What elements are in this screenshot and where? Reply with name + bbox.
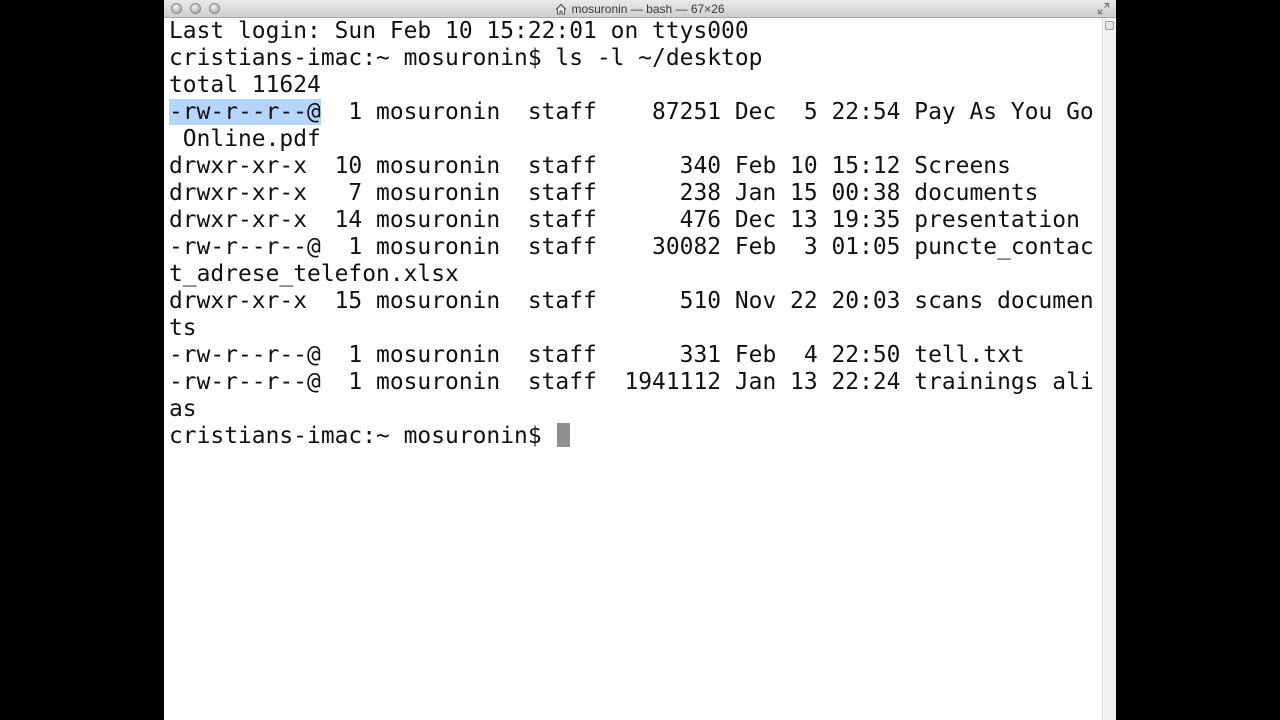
- prompt-text: cristians-imac:~ mosuronin$: [169, 423, 556, 449]
- terminal-line: drwxr-xr-x 15 mosuronin staff 510 Nov 22…: [169, 288, 1097, 315]
- terminal-window: mosuronin — bash — 67×26 Last login: Sun…: [164, 0, 1116, 720]
- terminal-line: ts: [169, 315, 1097, 342]
- line-text: 1 mosuronin staff 87251 Dec 5 22:54 Pay …: [320, 99, 1094, 125]
- line-text: drwxr-xr-x 15 mosuronin staff 510 Nov 22…: [169, 288, 1094, 314]
- line-text: t_adrese_telefon.xlsx: [169, 261, 459, 287]
- line-text: -rw-r--r--@ 1 mosuronin staff 331 Feb 4 …: [169, 342, 1025, 368]
- terminal-line: -rw-r--r--@ 1 mosuronin staff 30082 Feb …: [169, 234, 1097, 261]
- text-cursor: [557, 423, 571, 447]
- fullscreen-icon[interactable]: [1097, 2, 1110, 15]
- terminal-output[interactable]: Last login: Sun Feb 10 15:22:01 on ttys0…: [169, 18, 1097, 720]
- home-icon: [556, 3, 567, 15]
- terminal-line: drwxr-xr-x 7 mosuronin staff 238 Jan 15 …: [169, 180, 1097, 207]
- terminal-line: -rw-r--r--@ 1 mosuronin staff 87251 Dec …: [169, 99, 1097, 126]
- window-title: mosuronin — bash — 67×26: [571, 2, 725, 16]
- line-text: -rw-r--r--@ 1 mosuronin staff 30082 Feb …: [169, 234, 1094, 260]
- terminal-line: drwxr-xr-x 14 mosuronin staff 476 Dec 13…: [169, 207, 1097, 234]
- terminal-line: as: [169, 396, 1097, 423]
- line-text: -rw-r--r--@ 1 mosuronin staff 1941112 Ja…: [169, 369, 1094, 395]
- selected-text[interactable]: -rw-r--r--@: [169, 99, 321, 125]
- line-text: drwxr-xr-x 7 mosuronin staff 238 Jan 15 …: [169, 180, 1039, 206]
- line-text: ts: [169, 315, 197, 341]
- terminal-line: total 11624: [169, 72, 1097, 99]
- line-text: Online.pdf: [169, 126, 321, 152]
- terminal-line: -rw-r--r--@ 1 mosuronin staff 1941112 Ja…: [169, 369, 1097, 396]
- vertical-scrollbar[interactable]: [1102, 18, 1116, 720]
- title-bar[interactable]: mosuronin — bash — 67×26: [164, 0, 1116, 18]
- scroll-handle-icon[interactable]: [1105, 21, 1114, 30]
- terminal-line: drwxr-xr-x 10 mosuronin staff 340 Feb 10…: [169, 153, 1097, 180]
- line-text: as: [169, 396, 197, 422]
- terminal-line: Last login: Sun Feb 10 15:22:01 on ttys0…: [169, 18, 1097, 45]
- window-title-area: mosuronin — bash — 67×26: [164, 1, 1116, 17]
- terminal-line: cristians-imac:~ mosuronin$ ls -l ~/desk…: [169, 45, 1097, 72]
- line-text: total 11624: [169, 72, 321, 98]
- line-text: cristians-imac:~ mosuronin$ ls -l ~/desk…: [169, 45, 763, 71]
- terminal-line: t_adrese_telefon.xlsx: [169, 261, 1097, 288]
- line-text: Last login: Sun Feb 10 15:22:01 on ttys0…: [169, 18, 749, 44]
- line-text: drwxr-xr-x 14 mosuronin staff 476 Dec 13…: [169, 207, 1080, 233]
- terminal-line: Online.pdf: [169, 126, 1097, 153]
- line-text: drwxr-xr-x 10 mosuronin staff 340 Feb 10…: [169, 153, 1011, 179]
- terminal-line: -rw-r--r--@ 1 mosuronin staff 331 Feb 4 …: [169, 342, 1097, 369]
- terminal-line: cristians-imac:~ mosuronin$: [169, 423, 1097, 450]
